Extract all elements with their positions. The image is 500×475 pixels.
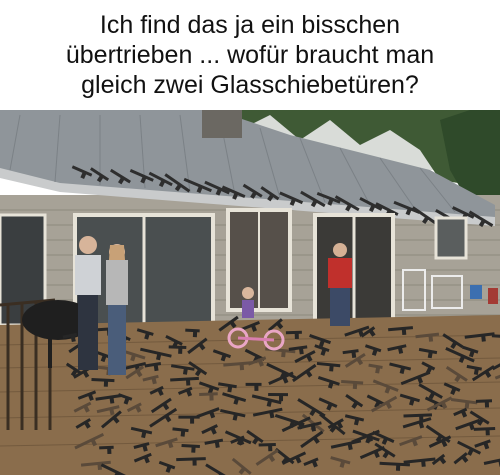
gun-silhouette xyxy=(178,415,200,419)
gun-silhouette xyxy=(99,445,114,450)
gun-grip xyxy=(97,463,103,470)
gun-grip xyxy=(294,332,299,339)
caption-line-3: gleich zwei Glasschiebetüren? xyxy=(81,71,419,99)
gun-grip xyxy=(464,401,470,409)
gun-grip xyxy=(428,335,434,342)
chimney xyxy=(202,110,242,138)
gun-grip xyxy=(239,363,245,371)
gun-grip xyxy=(484,401,490,408)
gun-grip xyxy=(254,384,259,391)
gun-silhouette xyxy=(258,442,276,447)
gun-grip xyxy=(190,417,195,424)
blue-item xyxy=(470,285,482,299)
gun-grip xyxy=(192,459,197,466)
gun-grip xyxy=(351,351,357,358)
gun-grip xyxy=(191,446,196,453)
gun-grip xyxy=(395,464,401,471)
caption-line-2: übertrieben ... wofür braucht man xyxy=(65,41,435,69)
gun-grip xyxy=(268,445,273,452)
gun-grip xyxy=(401,328,407,336)
gun-silhouette xyxy=(268,393,289,397)
gun-grip xyxy=(421,460,426,467)
gun-grip xyxy=(185,379,191,386)
gun-grip xyxy=(298,347,304,355)
gun-grip xyxy=(178,347,183,354)
meme-photo xyxy=(0,110,500,475)
woman-figure xyxy=(106,244,128,375)
gun-grip xyxy=(103,380,109,387)
gun-grip xyxy=(107,447,112,454)
red-item xyxy=(488,288,498,304)
caption-line-1: Ich find das ja ein bisschen xyxy=(99,11,401,39)
gun-grip xyxy=(281,350,286,358)
meme-caption: Ich find das ja ein bisschen übertrieben… xyxy=(0,0,500,110)
gun-silhouette xyxy=(285,330,302,335)
gun-grip xyxy=(109,397,115,404)
gun-grip xyxy=(279,395,284,402)
gun-grip xyxy=(192,331,198,338)
photo-scene xyxy=(0,110,500,475)
gun-grip xyxy=(209,394,214,401)
gun-grip xyxy=(485,429,490,436)
man-figure xyxy=(75,236,101,370)
gun-silhouette xyxy=(245,382,262,386)
gun-grip xyxy=(329,365,334,372)
right-window xyxy=(434,216,468,260)
gun-grip xyxy=(352,382,358,390)
gun-grip xyxy=(180,430,186,437)
gun-grip xyxy=(481,335,486,342)
